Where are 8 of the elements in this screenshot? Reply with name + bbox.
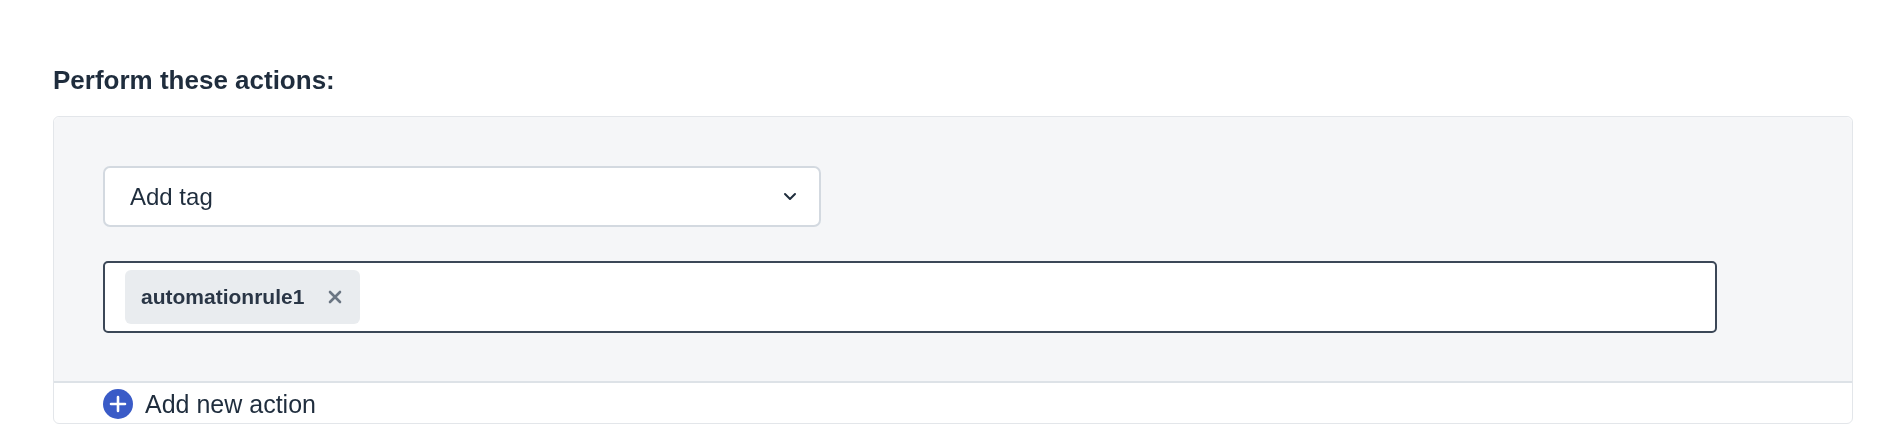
add-action-link[interactable]: Add new action (103, 389, 316, 419)
tag-input-field[interactable]: automationrule1 (103, 261, 1717, 333)
remove-icon[interactable] (328, 290, 343, 304)
chevron-down-icon (783, 192, 797, 201)
action-select[interactable]: Add tag (103, 166, 821, 227)
section-heading: Perform these actions: (53, 64, 336, 96)
plus-circle-icon (103, 389, 133, 419)
tag-label: automationrule1 (141, 285, 305, 309)
